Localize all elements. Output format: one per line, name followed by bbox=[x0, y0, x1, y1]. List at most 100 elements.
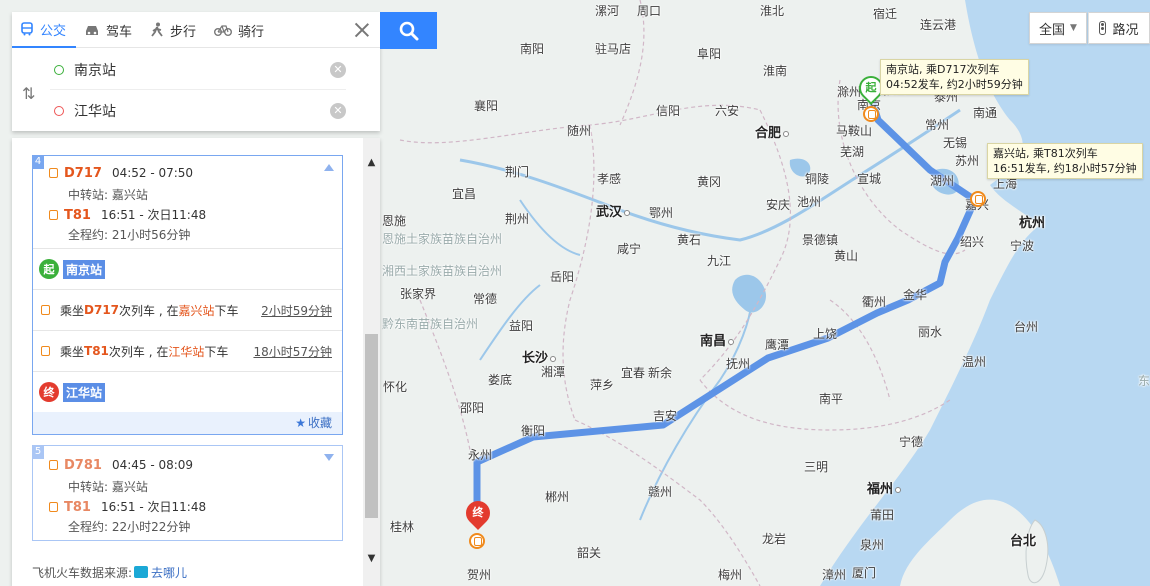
origin-dot-icon bbox=[54, 64, 64, 75]
city-label: 南通 bbox=[973, 106, 998, 120]
city-label: 漯河 bbox=[595, 4, 620, 18]
car-icon bbox=[86, 26, 99, 35]
city-label: 宿迁 bbox=[873, 7, 898, 21]
city-label: 安庆 bbox=[766, 198, 791, 212]
route-plan-card[interactable]: 4 D717 04:52 - 07:50 中转站: 嘉兴站 T81 16:51 - … bbox=[32, 155, 343, 435]
scrollbar[interactable]: ▲ ▼ bbox=[363, 138, 380, 586]
city-label: 南平 bbox=[819, 392, 844, 406]
city-label: 鹰潭 bbox=[765, 338, 790, 352]
city-label: 泉州 bbox=[860, 538, 885, 552]
region-label: 湘西土家族苗族自治州 bbox=[382, 264, 503, 278]
scroll-up-icon[interactable]: ▲ bbox=[363, 154, 380, 172]
train-number: T81 bbox=[64, 208, 91, 223]
step-end[interactable]: 终 江华站 bbox=[33, 372, 342, 413]
clear-destination-icon[interactable]: ✕ bbox=[330, 103, 346, 119]
start-station: 南京站 bbox=[63, 259, 106, 279]
city-label: 三明 bbox=[804, 460, 829, 474]
close-icon[interactable] bbox=[352, 20, 372, 40]
search-button[interactable] bbox=[380, 12, 437, 49]
step-text: 乘坐 bbox=[60, 303, 85, 318]
bus-icon bbox=[21, 22, 33, 36]
city-label: 景德镇 bbox=[802, 233, 839, 247]
tab-label: 公交 bbox=[40, 23, 67, 39]
chevron-down-icon: ▼ bbox=[1070, 23, 1077, 33]
swap-icon[interactable]: ⇅ bbox=[22, 84, 35, 103]
step-duration-link[interactable]: 18小时57分钟 bbox=[253, 343, 332, 360]
scrollbar-thumb[interactable] bbox=[365, 334, 378, 518]
tab-bike[interactable]: 骑行 bbox=[206, 12, 274, 48]
train-station-marker[interactable] bbox=[863, 106, 879, 122]
city-label: 阜阳 bbox=[697, 47, 722, 61]
end-badge-icon: 终 bbox=[39, 382, 59, 402]
city-label: 黄石 bbox=[677, 233, 702, 247]
city-label: 常州 bbox=[925, 118, 950, 132]
city-label: 恩施 bbox=[382, 214, 407, 228]
qunar-logo-icon bbox=[134, 566, 149, 578]
data-source-link[interactable]: 去哪儿 bbox=[151, 566, 187, 580]
city-label: 宁波 bbox=[1010, 239, 1035, 253]
city-label: 张家界 bbox=[400, 287, 437, 301]
scroll-down-icon[interactable]: ▼ bbox=[363, 550, 380, 568]
city-label: 衢州 bbox=[862, 295, 887, 309]
train-station-marker[interactable] bbox=[970, 191, 986, 207]
plan-train-2: T81 16:51 - 次日11:48 bbox=[49, 498, 206, 515]
data-source-text: 飞机火车数据来源: bbox=[32, 566, 133, 580]
step-duration-link[interactable]: 2小时59分钟 bbox=[261, 302, 332, 319]
region-label: 黔东南苗族自治州 bbox=[382, 317, 479, 331]
route-plan-card[interactable]: 5 D781 04:45 - 08:09 中转站: 嘉兴站 T81 16:51 - … bbox=[32, 445, 343, 541]
train-number: D717 bbox=[64, 166, 102, 181]
city-label: 孝感 bbox=[597, 172, 622, 186]
train-icon bbox=[41, 346, 50, 356]
traffic-toggle[interactable]: 路况 bbox=[1088, 12, 1150, 44]
expand-icon[interactable] bbox=[324, 454, 334, 461]
train-icon bbox=[49, 460, 58, 470]
city-label: 九江 bbox=[707, 254, 732, 268]
origin-input[interactable] bbox=[74, 61, 304, 78]
favorite-button[interactable]: ★ 收藏 bbox=[33, 412, 342, 434]
city-label: 龙岩 bbox=[762, 532, 787, 546]
region-selector[interactable]: 全国 ▼ bbox=[1029, 12, 1087, 44]
city-label: 襄阳 bbox=[474, 99, 499, 113]
step-station: 江华站 bbox=[168, 344, 205, 359]
train-station-marker[interactable] bbox=[469, 533, 485, 549]
walk-icon bbox=[151, 22, 163, 37]
transfer-station: 中转站: 嘉兴站 bbox=[68, 480, 148, 494]
clear-origin-icon[interactable]: ✕ bbox=[330, 61, 346, 78]
start-badge-icon: 起 bbox=[39, 259, 59, 279]
tooltip-line: 04:52发车, 约2小时59分钟 bbox=[886, 78, 1023, 91]
train-time: 16:51 - 次日11:48 bbox=[100, 208, 207, 222]
step-train: D717 bbox=[84, 303, 120, 317]
tab-label: 步行 bbox=[170, 24, 197, 40]
train-number: D781 bbox=[64, 458, 102, 473]
city-label: 桂林 bbox=[390, 520, 415, 534]
city-label: 娄底 bbox=[488, 373, 513, 387]
city-label: 信阳 bbox=[656, 104, 681, 118]
destination-input[interactable] bbox=[74, 103, 304, 119]
city-label: 湘潭 bbox=[541, 365, 566, 379]
step-train-2[interactable]: 乘坐 T81 次列车 , 在 江华站 下车 18小时57分钟 bbox=[33, 331, 342, 372]
tab-transit[interactable]: 公交 bbox=[12, 12, 77, 48]
city-label: 连云港 bbox=[920, 18, 957, 32]
city-label: 湖州 bbox=[930, 174, 955, 188]
city-label: 永州 bbox=[468, 448, 493, 462]
city-label: 萍乡 bbox=[590, 378, 615, 392]
step-start[interactable]: 起 南京站 bbox=[33, 249, 342, 290]
transfer-station: 中转站: 嘉兴站 bbox=[68, 188, 148, 202]
step-train-1[interactable]: 乘坐 D717 次列车 , 在 嘉兴站 下车 2小时59分钟 bbox=[33, 290, 342, 331]
plan-number: 5 bbox=[32, 445, 44, 459]
collapse-icon[interactable] bbox=[324, 164, 334, 171]
city-label: 武汉 bbox=[596, 201, 631, 220]
city-label: 梅州 bbox=[718, 568, 743, 582]
train-icon bbox=[49, 168, 58, 178]
origin-field: ✕ bbox=[50, 50, 346, 90]
city-label: 台州 bbox=[1014, 320, 1039, 334]
tab-drive[interactable]: 驾车 bbox=[76, 12, 142, 48]
city-label: 荆州 bbox=[505, 212, 530, 226]
train-icon bbox=[41, 305, 50, 315]
tab-walk[interactable]: 步行 bbox=[142, 12, 206, 48]
city-label: 池州 bbox=[797, 195, 822, 209]
end-station: 江华站 bbox=[63, 382, 106, 402]
tooltip-line: 嘉兴站, 乘T81次列车 bbox=[993, 147, 1098, 160]
city-label: 丽水 bbox=[918, 325, 943, 339]
train-icon bbox=[49, 502, 58, 512]
